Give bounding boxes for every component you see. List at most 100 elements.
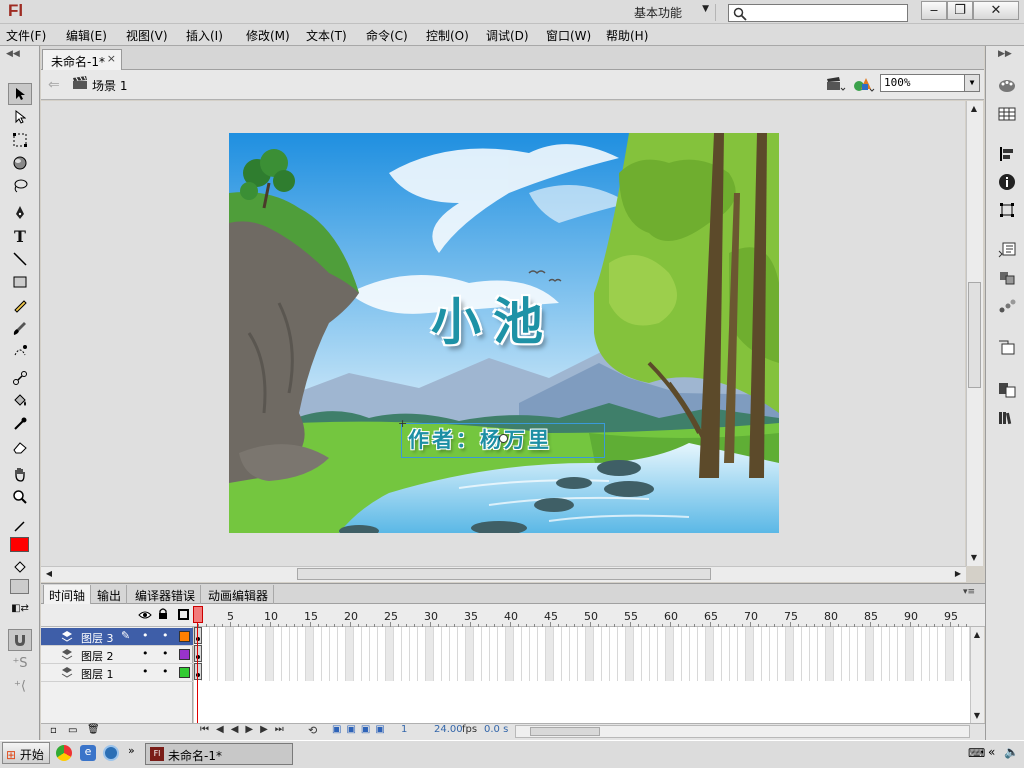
taskbar-item-flash[interactable]: Fl 未命名-1* [145,743,293,765]
close-tab-icon[interactable]: × [107,52,116,65]
start-button[interactable]: ⊞ 开始 [2,742,50,764]
app-quicklaunch-icon[interactable] [103,745,119,761]
outline-toggle-icon[interactable] [178,609,189,620]
layer-row[interactable]: 图层 1 • • [41,664,193,682]
stroke-color-icon[interactable] [8,515,32,537]
vertical-scroll-thumb[interactable] [968,282,981,388]
horizontal-scroll-thumb[interactable] [297,568,711,580]
deco-tool-icon[interactable] [8,340,32,362]
scroll-up-icon[interactable]: ▲ [970,628,984,642]
rectangle-tool-icon[interactable] [8,271,32,293]
timeline-horizontal-scrollbar[interactable] [515,725,970,738]
scroll-left-icon[interactable]: ◀ [42,567,56,581]
tray-expand-icon[interactable]: « [988,745,995,759]
lock-dot[interactable]: • [162,629,169,642]
chrome-icon[interactable] [56,745,72,761]
layer-row[interactable]: 图层 2 • • [41,646,193,664]
lock-dot[interactable]: • [162,665,169,678]
keyframe[interactable] [194,663,202,680]
keyframe[interactable] [194,645,202,662]
lock-icon[interactable] [158,608,168,623]
frame-ruler[interactable]: 1 5 10 15 20 25 30 35 40 45 50 55 60 65 70 75 80 85 90 95 [194,604,970,627]
layer-row[interactable]: 图层 3 ✎ • • [41,628,193,646]
info-panel-icon[interactable] [996,172,1018,192]
align-panel-icon[interactable] [996,144,1018,164]
layer-outline-color[interactable] [179,631,190,642]
panel-menu-icon[interactable]: ▾≡ [963,587,975,597]
no-color-swatch[interactable] [10,579,29,594]
project-panel-icon[interactable] [996,380,1018,400]
ie-icon[interactable]: e [80,745,96,761]
color-panel-icon[interactable] [996,76,1018,96]
eyedropper-tool-icon[interactable] [8,413,32,435]
selection-tool-icon[interactable] [8,83,32,105]
scroll-right-icon[interactable]: ▶ [951,567,965,581]
paint-bucket-tool-icon[interactable] [8,390,32,412]
layer-name[interactable]: 图层 3 [81,630,114,646]
lock-dot[interactable]: • [162,647,169,660]
frames-grid[interactable] [194,627,970,723]
help-search-input[interactable] [728,4,908,22]
motion-presets-icon[interactable] [996,296,1018,316]
snap-magnet-icon[interactable] [8,629,32,651]
document-tab[interactable]: 未命名-1* × [42,49,122,70]
onion-skin-icons[interactable]: ▣▣▣▣ [332,724,390,735]
delete-layer-icon[interactable]: 🗑 [87,724,100,735]
eraser-tool-icon[interactable] [8,436,32,458]
zoom-select[interactable]: 100% ▼ [880,74,980,92]
layer-outline-color[interactable] [179,649,190,660]
pencil-tool-icon[interactable] [8,294,32,316]
fill-color-swatch[interactable] [10,537,29,552]
straighten-icon[interactable]: ⁺⟨ [8,675,32,697]
swap-colors-icon[interactable]: ◧⇄ [8,597,32,619]
speaker-icon[interactable]: 🔈 [1004,745,1019,759]
swatches-panel-icon[interactable] [996,104,1018,124]
more-quicklaunch-icon[interactable]: » [128,744,135,757]
minimize-button[interactable]: ‒ [921,1,947,20]
menu-window[interactable]: 窗口(W) [546,27,591,44]
menu-commands[interactable]: 命令(C) [366,27,408,44]
smooth-icon[interactable]: ⁺S [8,652,32,674]
layer-name[interactable]: 图层 2 [81,648,114,664]
new-folder-icon[interactable]: ▭ [68,725,77,736]
brush-tool-icon[interactable] [8,317,32,339]
playback-controls[interactable]: ⏮◀◀▶▶⏭ [200,724,291,735]
scene-label[interactable]: 场景 1 [92,77,127,94]
free-transform-tool-icon[interactable] [8,129,32,151]
tab-compiler-errors[interactable]: 编译器错误 [130,585,202,604]
collapse-icon[interactable]: ◀◀ [6,49,20,59]
current-frame[interactable]: 1 [401,724,407,735]
subselection-tool-icon[interactable] [8,106,32,128]
menu-text[interactable]: 文本(T) [306,27,347,44]
workspace-switcher[interactable]: 基本功能 ▼ [634,4,716,21]
scroll-down-icon[interactable]: ▼ [967,551,981,565]
visibility-dot[interactable]: • [142,647,149,660]
pen-tool-icon[interactable] [8,202,32,224]
layer-outline-color[interactable] [179,667,190,678]
scroll-down-icon[interactable]: ▼ [970,709,984,723]
hand-tool-icon[interactable] [8,463,32,485]
visibility-dot[interactable]: • [142,665,149,678]
lasso-tool-icon[interactable] [8,175,32,197]
loop-icon[interactable]: ⟲ [308,724,317,737]
timeline-scroll-thumb[interactable] [530,727,600,736]
new-layer-icon[interactable]: ▫ [50,725,57,736]
fill-bucket-icon[interactable] [8,556,32,578]
layer-name[interactable]: 图层 1 [81,666,114,682]
transform-panel-icon[interactable] [996,200,1018,220]
menu-edit[interactable]: 编辑(E) [66,27,107,44]
code-snippets-icon[interactable] [996,240,1018,260]
3d-rotation-tool-icon[interactable] [8,152,32,174]
library-panel-icon[interactable] [996,338,1018,358]
movie-explorer-icon[interactable] [996,408,1018,428]
menu-debug[interactable]: 调试(D) [486,27,529,44]
show-hide-eye-icon[interactable] [138,609,152,623]
menu-help[interactable]: 帮助(H) [606,27,648,44]
menu-modify[interactable]: 修改(M) [246,27,290,44]
tab-timeline[interactable]: 时间轴 [43,585,92,604]
edit-symbols-icon[interactable] [853,75,875,96]
menu-control[interactable]: 控制(O) [426,27,469,44]
components-icon[interactable] [996,268,1018,288]
tab-output[interactable]: 输出 [92,585,128,604]
poem-title[interactable]: 小池 [431,282,555,354]
